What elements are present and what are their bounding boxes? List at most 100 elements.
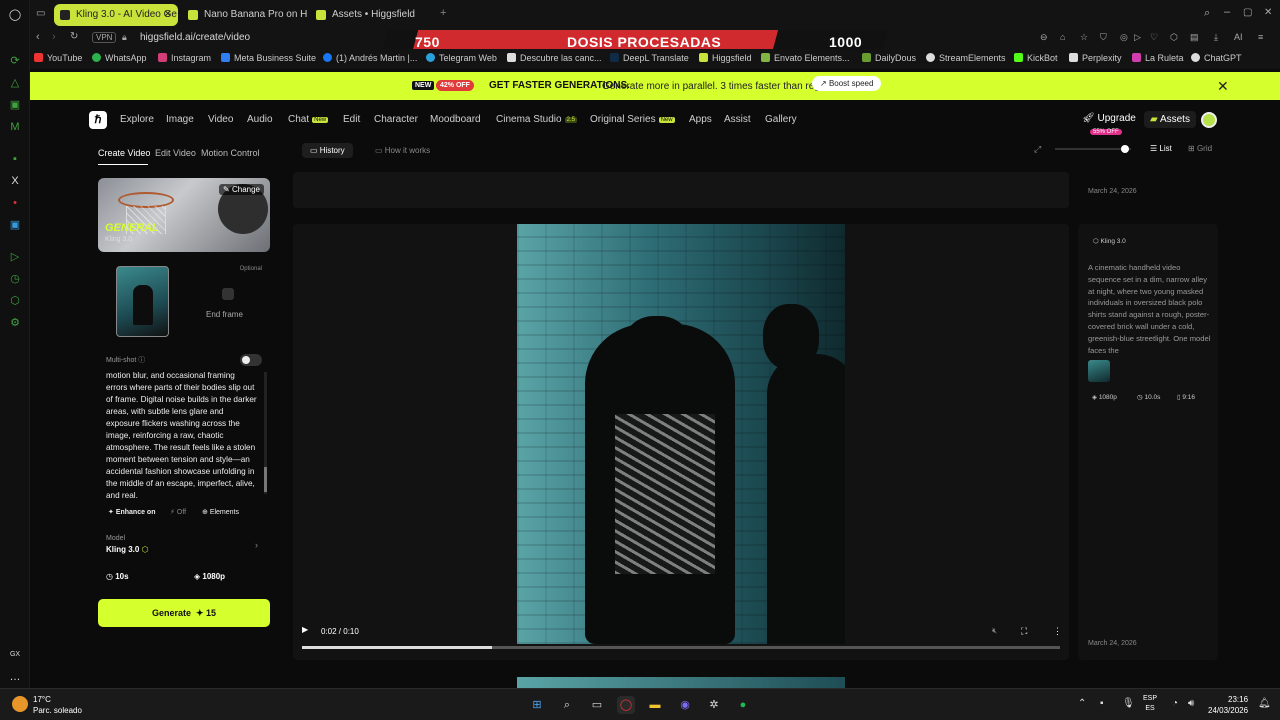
enhance-toggle[interactable]: ✦ Enhance on — [108, 508, 156, 516]
prompt-textarea[interactable]: motion blur, and occasional framing erro… — [106, 370, 258, 500]
tab-kling[interactable]: Kling 3.0 - AI Video Ge ✕ — [54, 4, 178, 26]
upgrade-button[interactable]: 🚀︎ Upgrade — [1082, 113, 1136, 124]
bookmark-youtube[interactable]: YouTube — [34, 53, 82, 63]
app2-icon[interactable]: ▣ — [8, 218, 22, 232]
bookmark-higgsfield[interactable]: Higgsfield — [699, 53, 752, 63]
higgsfield-logo[interactable]: ℏ — [89, 111, 107, 129]
opera-gx-icon[interactable]: ◯ — [617, 696, 635, 714]
volume-icon[interactable]: 🔇︎ — [992, 626, 997, 636]
bookmark-whatsapp[interactable]: WhatsApp — [92, 53, 147, 63]
reload-icon[interactable]: ↻ — [70, 31, 78, 42]
volume-tray-icon[interactable]: 🔊︎ — [1188, 698, 1194, 709]
bookmark-perplexity[interactable]: Perplexity — [1069, 53, 1122, 63]
more-icon[interactable]: … — [8, 670, 22, 684]
shield-icon[interactable]: ⛉ — [1100, 32, 1107, 43]
how-it-works-tab[interactable]: ▭ How it works — [375, 146, 430, 155]
nav-apps[interactable]: Apps — [689, 114, 712, 125]
more-options-icon[interactable]: ⋮ — [1053, 626, 1062, 637]
bookmark-dailydous[interactable]: DailyDous — [862, 53, 916, 63]
search-tabs-icon[interactable]: ⌕ — [1204, 7, 1210, 20]
nav-assist[interactable]: Assist — [724, 114, 751, 125]
nav-edit[interactable]: Edit — [343, 114, 360, 125]
ai-icon[interactable]: AI — [1234, 32, 1243, 42]
language-indicator[interactable]: ESP ES — [1143, 694, 1157, 714]
list-view-button[interactable]: ☰ List — [1150, 144, 1172, 153]
grid-view-button[interactable]: ⊞ Grid — [1188, 144, 1212, 153]
bookmark-la-ruleta[interactable]: La Ruleta — [1132, 53, 1184, 63]
search-icon[interactable]: ⌕ — [558, 696, 576, 714]
bookmark-instagram[interactable]: Instagram — [158, 53, 211, 63]
video-progress-bar[interactable] — [302, 646, 1060, 649]
bookmark-meta[interactable]: Meta Business Suite — [221, 53, 316, 63]
bookmark-telegram[interactable]: Telegram Web — [426, 53, 497, 63]
preset-card[interactable]: ✎ Change GENERAL Kling 3.0 — [98, 178, 270, 252]
discord-icon[interactable]: ◉ — [676, 696, 694, 714]
bookmark-deepl[interactable]: DeepL Translate — [610, 53, 689, 63]
resolution-selector[interactable]: ◈ 1080p — [194, 572, 225, 581]
size-slider[interactable] — [1055, 145, 1131, 153]
multishot-toggle[interactable] — [240, 354, 262, 366]
expand-icon[interactable]: ⤢ — [1034, 144, 1041, 155]
refresh-ai-icon[interactable]: ⟳ — [8, 54, 22, 68]
bookmark-icon[interactable]: ☆ — [1080, 32, 1088, 43]
nav-gallery[interactable]: Gallery — [765, 114, 797, 125]
tab-create-video[interactable]: Create Video — [98, 148, 150, 158]
maximize-icon[interactable]: ▢ — [1243, 7, 1252, 18]
tab-nano-banana[interactable]: Nano Banana Pro on Higg — [182, 4, 308, 26]
new-tab-icon[interactable]: + — [440, 7, 446, 19]
app-icon[interactable]: ✲ — [705, 696, 723, 714]
close-tab-icon[interactable]: ✕ — [164, 4, 172, 26]
nav-video[interactable]: Video — [208, 114, 233, 125]
heart-icon[interactable]: ♡ — [1150, 32, 1158, 43]
start-frame-thumbnail[interactable] — [116, 266, 169, 337]
prompt-scrollbar[interactable] — [264, 372, 267, 494]
x-icon[interactable]: X — [8, 174, 22, 188]
minimize-icon[interactable]: – — [1224, 6, 1230, 18]
nav-character[interactable]: Character — [374, 114, 418, 125]
youtube-icon[interactable]: • — [8, 196, 22, 210]
zoom-icon[interactable]: ⊖ — [1040, 32, 1048, 43]
elements-button[interactable]: ⊕ Elements — [202, 508, 239, 516]
file-explorer-icon[interactable]: ▬ — [646, 696, 664, 714]
bookmark-kickbot[interactable]: KickBot — [1014, 53, 1058, 63]
extensions-icon[interactable]: ⬡ — [8, 294, 22, 308]
aria-icon[interactable]: △ — [8, 76, 22, 90]
model-selector[interactable]: Kling 3.0 ⬡ — [106, 545, 149, 554]
close-banner-icon[interactable]: ✕ — [1217, 78, 1229, 95]
nav-original-series[interactable]: Original Series New — [590, 114, 675, 125]
pin-icon[interactable]: ⌂ — [1060, 32, 1065, 42]
video-player[interactable] — [517, 224, 845, 644]
extensions-icon[interactable]: ⬡ — [1170, 32, 1178, 43]
forward-icon[interactable]: › — [52, 31, 56, 43]
nav-image[interactable]: Image — [166, 114, 194, 125]
image-icon[interactable]: ▣ — [8, 98, 22, 112]
tray-chevron-icon[interactable]: ⌃ — [1078, 698, 1086, 709]
tab-edit-video[interactable]: Edit Video — [155, 148, 196, 158]
assets-button[interactable]: ▰ Assets — [1144, 111, 1196, 128]
download-icon[interactable]: ⤓ — [1214, 32, 1218, 43]
weather-widget[interactable]: 17°C Parc. soleado — [33, 694, 82, 716]
history-icon[interactable]: ◷ — [8, 272, 22, 286]
wallet-icon[interactable]: ▤ — [1190, 32, 1199, 43]
tab-assets[interactable]: Assets • Higgsfield — [310, 4, 426, 26]
menu-icon[interactable]: ≡ — [1258, 32, 1263, 42]
play-button[interactable]: ▶ — [302, 625, 308, 634]
nav-cinema-studio[interactable]: Cinema Studio 2.5 — [496, 114, 577, 125]
url-field[interactable]: higgsfield.ai/create/video — [140, 32, 250, 43]
history-tab[interactable]: ▭ History — [302, 143, 353, 158]
vpn-badge[interactable]: VPN — [92, 32, 117, 43]
change-preset-button[interactable]: ✎ Change — [219, 184, 264, 195]
tray-app-icon[interactable]: ▪ — [1100, 698, 1104, 709]
twitch-icon[interactable]: ▪ — [8, 152, 22, 166]
app-icon[interactable]: M — [8, 120, 22, 134]
weather-icon[interactable] — [12, 696, 28, 712]
tab-motion-control[interactable]: Motion Control — [201, 148, 260, 158]
chevron-right-icon[interactable]: › — [255, 540, 258, 550]
task-view-icon[interactable]: ▭ — [588, 696, 606, 714]
nav-chat[interactable]: Chat New — [288, 114, 329, 125]
settings-icon[interactable]: ⚙ — [8, 316, 22, 330]
spotify-icon[interactable]: ● — [734, 696, 752, 714]
fullscreen-icon[interactable]: ⛶ — [1021, 626, 1027, 637]
prompt-description[interactable]: A cinematic handheld video sequence set … — [1088, 262, 1212, 354]
nav-audio[interactable]: Audio — [247, 114, 273, 125]
